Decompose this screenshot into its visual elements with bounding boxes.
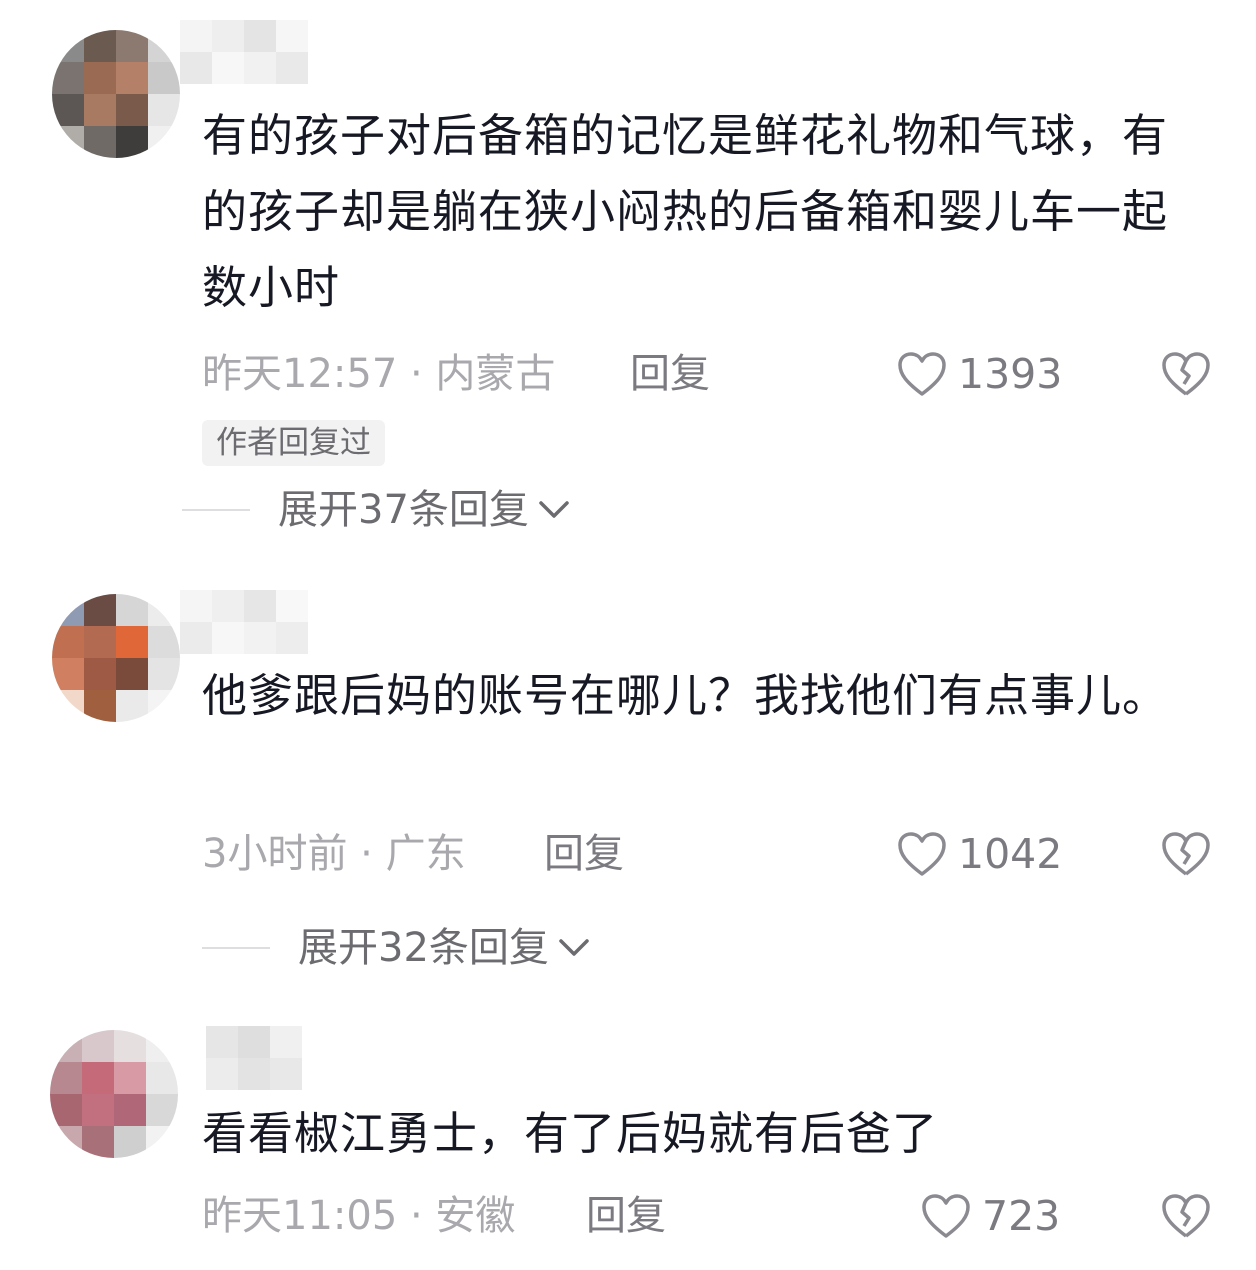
author-replied-badge: 作者回复过 <box>202 420 385 466</box>
username-mosaic[interactable] <box>206 1026 302 1090</box>
like-button[interactable]: 723 <box>920 1186 1060 1246</box>
reply-button[interactable]: 回复 <box>544 824 624 884</box>
time-location: 昨天11:05 · 安徽 <box>202 1193 516 1239</box>
avatar[interactable] <box>50 1030 178 1158</box>
expand-replies-label: 展开32条回复 <box>298 925 549 971</box>
comment-text: 有的孩子对后备箱的记忆是鲜花礼物和气球，有的孩子却是躺在狭小闷热的后备箱和婴儿车… <box>202 109 1169 314</box>
like-count: 1042 <box>958 830 1063 878</box>
divider-line <box>182 509 250 511</box>
reply-button[interactable]: 回复 <box>586 1186 666 1246</box>
heart-outline-icon <box>922 1194 970 1238</box>
expand-replies-button[interactable]: 展开37条回复 <box>182 480 571 540</box>
chevron-down-icon <box>559 939 589 956</box>
comment-text: 看看椒江勇士，有了后妈就有后爸了 <box>202 1107 939 1160</box>
comment-text: 他爹跟后妈的账号在哪儿？我找他们有点事儿。 <box>202 669 1169 722</box>
like-count: 1393 <box>958 350 1063 398</box>
username-mosaic[interactable] <box>180 20 308 84</box>
avatar[interactable] <box>52 594 180 722</box>
comment-meta: 3小时前 · 广东 回复 1042 <box>202 824 1212 884</box>
heart-outline-icon <box>898 832 946 876</box>
avatar[interactable] <box>52 30 180 158</box>
heart-outline-icon <box>898 352 946 396</box>
time-location: 3小时前 · 广东 <box>202 831 466 877</box>
reply-button[interactable]: 回复 <box>630 344 710 404</box>
broken-heart-icon[interactable] <box>1160 1192 1212 1240</box>
divider-line <box>202 947 270 949</box>
broken-heart-icon[interactable] <box>1160 350 1212 398</box>
broken-heart-icon[interactable] <box>1160 830 1212 878</box>
username-mosaic[interactable] <box>180 590 308 654</box>
like-button[interactable]: 1042 <box>896 824 1062 884</box>
chevron-down-icon <box>539 501 569 518</box>
time-location: 昨天12:57 · 内蒙古 <box>202 351 556 397</box>
comment-meta: 昨天11:05 · 安徽 回复 723 <box>202 1186 1212 1246</box>
expand-replies-label: 展开37条回复 <box>278 487 529 533</box>
like-button[interactable]: 1393 <box>896 344 1062 404</box>
comment-meta: 昨天12:57 · 内蒙古 回复 1393 <box>202 344 1212 404</box>
expand-replies-button[interactable]: 展开32条回复 <box>202 918 591 978</box>
like-count: 723 <box>982 1192 1061 1240</box>
